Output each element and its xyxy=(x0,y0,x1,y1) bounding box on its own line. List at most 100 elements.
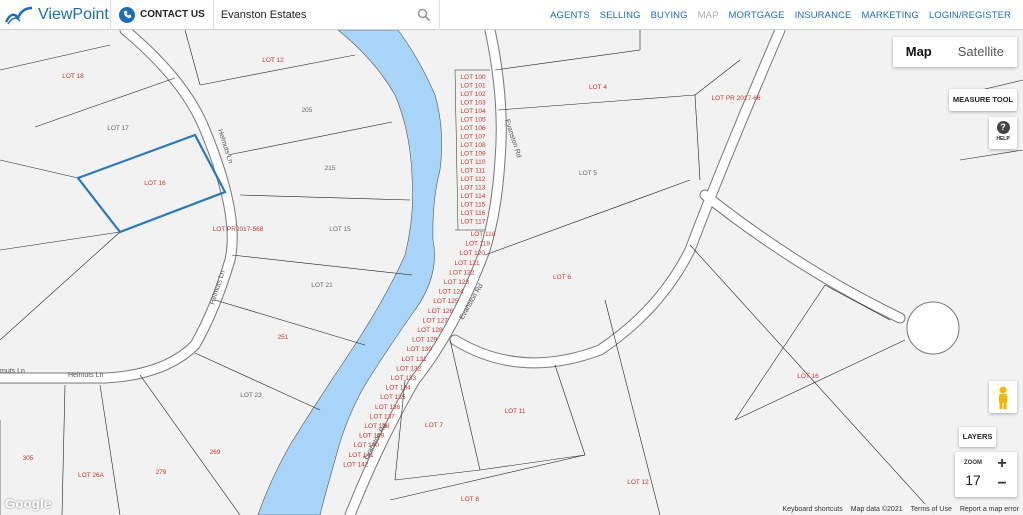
small-lot-label[interactable]: LOT 105 xyxy=(460,117,486,124)
parcel-map: LOT 18 LOT 12 205 LOT 17 LOT 16 215 LOT PR2017… xyxy=(0,30,1023,515)
parcel-label-lot11[interactable]: LOT 11 xyxy=(504,408,525,415)
nav-link-map[interactable]: MAP xyxy=(698,10,719,21)
parcel-label-lot23[interactable]: LOT 23 xyxy=(240,392,262,399)
search-icon[interactable] xyxy=(417,8,431,22)
parcel-label-n305[interactable]: 305 xyxy=(23,455,34,462)
parcel-label-lot21[interactable]: LOT 21 xyxy=(311,282,333,289)
small-lot-label[interactable]: LOT 132 xyxy=(396,365,422,372)
search-input[interactable] xyxy=(213,0,414,29)
small-lot-label[interactable]: LOT 108 xyxy=(460,142,486,149)
layers-button[interactable]: LAYERS xyxy=(959,427,996,447)
terms-link[interactable]: Terms of Use xyxy=(911,506,952,513)
small-lot-label[interactable]: LOT 115 xyxy=(461,202,486,209)
parcel-label-lot18[interactable]: LOT 18 xyxy=(62,73,84,80)
small-lot-label[interactable]: LOT 116 xyxy=(461,210,486,217)
small-lot-label[interactable]: LOT 130 xyxy=(407,346,433,353)
zoom-control: ZOOM 17 + − xyxy=(955,452,1017,497)
report-error-link[interactable]: Report a map error xyxy=(960,506,1019,513)
cul-de-sac xyxy=(906,301,960,355)
parcel-label-lot16b[interactable]: LOT 16 xyxy=(797,373,819,380)
parcel-label-lot17[interactable]: LOT 17 xyxy=(107,125,129,132)
nav-link-agents[interactable]: AGENTS xyxy=(550,10,590,21)
parcel-label-n215[interactable]: 215 xyxy=(325,165,336,172)
small-lot-label[interactable]: LOT 126 xyxy=(428,308,454,315)
small-lot-label[interactable]: LOT 127 xyxy=(423,317,449,324)
parcel-label-lotpr66[interactable]: LOT PR 2017-66 xyxy=(711,95,760,102)
zoom-out-button[interactable]: − xyxy=(993,475,1011,493)
street-view-pegman[interactable] xyxy=(989,381,1017,413)
map-data-label: Map data ©2021 xyxy=(850,506,903,513)
parcel-label-n269[interactable]: 269 xyxy=(210,449,221,456)
zoom-in-button[interactable]: + xyxy=(993,455,1011,473)
parcel-label-lot8[interactable]: LOT 8 xyxy=(461,496,479,503)
small-lot-label[interactable]: LOT 109 xyxy=(460,151,486,158)
small-lot-label[interactable]: LOT 103 xyxy=(460,100,486,107)
small-lot-label[interactable]: LOT 106 xyxy=(460,125,486,132)
help-button[interactable]: ? HELP xyxy=(989,117,1017,149)
parcel-label-lot12b[interactable]: LOT 12 xyxy=(627,479,649,486)
small-lot-label[interactable]: LOT 121 xyxy=(455,260,481,267)
small-lot-label[interactable]: LOT 135 xyxy=(380,394,406,401)
map-canvas[interactable]: LOT 18 LOT 12 205 LOT 17 LOT 16 215 LOT PR2017… xyxy=(0,30,1023,515)
parcel-label-lot6[interactable]: LOT 6 xyxy=(553,274,571,281)
small-lot-label[interactable]: LOT 107 xyxy=(460,134,486,141)
small-lot-label[interactable]: LOT 123 xyxy=(444,279,470,286)
small-lot-label[interactable]: LOT 122 xyxy=(449,269,475,276)
small-lot-label[interactable]: LOT 112 xyxy=(461,176,486,183)
small-lot-label[interactable]: LOT 133 xyxy=(391,375,417,382)
small-lot-label[interactable]: LOT 129 xyxy=(412,337,438,344)
small-lot-label[interactable]: LOT 101 xyxy=(460,83,486,90)
parcel-label-lot12a[interactable]: LOT 12 xyxy=(262,57,284,64)
parcel-label-lot26a[interactable]: LOT 26A xyxy=(78,472,105,479)
small-lot-label[interactable]: LOT 137 xyxy=(370,413,396,420)
parcel-label-lotpr568[interactable]: LOT PR2017-568 xyxy=(213,226,264,233)
small-lot-label[interactable]: LOT 100 xyxy=(460,74,486,81)
measure-tool-button[interactable]: MEASURE TOOL xyxy=(949,89,1017,111)
contact-us-label: CONTACT US xyxy=(140,9,205,20)
map-type-control: Map Satellite xyxy=(892,37,1017,67)
parcel-label-n251[interactable]: 251 xyxy=(278,334,289,341)
small-lot-label[interactable]: LOT 118 xyxy=(471,231,496,238)
small-lot-label[interactable]: LOT 136 xyxy=(375,404,401,411)
parcel-label-lot4[interactable]: LOT 4 xyxy=(589,84,607,91)
parcel-label-lot15[interactable]: LOT 15 xyxy=(329,226,351,233)
nav-link-login-register[interactable]: LOGIN/REGISTER xyxy=(929,10,1011,21)
phone-icon xyxy=(119,6,135,23)
google-logo[interactable]: Google xyxy=(5,496,52,511)
small-lot-label[interactable]: LOT 104 xyxy=(460,108,486,115)
map-type-map-button[interactable]: Map xyxy=(893,37,945,67)
small-lot-label[interactable]: LOT 131 xyxy=(402,356,428,363)
small-lot-label[interactable]: LOT 113 xyxy=(461,185,486,192)
small-lot-label[interactable]: LOT 125 xyxy=(433,298,459,305)
keyboard-shortcuts-link[interactable]: Keyboard shortcuts xyxy=(782,506,842,513)
main-nav: AGENTS SELLING BUYING MAP MORTGAGE INSURANCE M… xyxy=(540,0,1011,30)
parcel-label-lot16[interactable]: LOT 16 xyxy=(144,180,166,187)
small-lot-label[interactable]: LOT 128 xyxy=(417,327,443,334)
viewpoint-logo[interactable]: ViewPoint xyxy=(0,0,110,30)
small-lot-label[interactable]: LOT 119 xyxy=(465,241,490,248)
nav-link-mortgage[interactable]: MORTGAGE xyxy=(729,10,785,21)
small-lot-label[interactable]: LOT 102 xyxy=(460,91,486,98)
map-attribution: Keyboard shortcuts Map data ©2021 Terms … xyxy=(778,504,1023,515)
small-lot-label[interactable]: LOT 142 xyxy=(343,461,369,468)
parcel-label-lot5[interactable]: LOT 5 xyxy=(579,170,597,177)
small-lot-label[interactable]: LOT 134 xyxy=(386,385,412,392)
search-box xyxy=(213,0,440,30)
nav-link-insurance[interactable]: INSURANCE xyxy=(795,10,852,21)
small-lot-label[interactable]: LOT 111 xyxy=(461,168,486,175)
parcel-label-n205[interactable]: 205 xyxy=(302,107,313,114)
small-lot-label[interactable]: LOT 117 xyxy=(461,219,486,226)
small-lot-label[interactable]: LOT 110 xyxy=(461,159,486,166)
contact-us-button[interactable]: CONTACT US xyxy=(110,0,214,30)
small-lot-label[interactable]: LOT 124 xyxy=(439,289,465,296)
map-type-satellite-button[interactable]: Satellite xyxy=(945,37,1017,67)
nav-link-buying[interactable]: BUYING xyxy=(651,10,688,21)
nav-link-selling[interactable]: SELLING xyxy=(600,10,641,21)
parcel-label-lot7[interactable]: LOT 7 xyxy=(425,422,443,429)
small-lot-label[interactable]: LOT 120 xyxy=(460,250,486,257)
top-header: ViewPoint CONTACT US AGENTS SELLING BUYING… xyxy=(0,0,1023,30)
parcel-label-n279[interactable]: 279 xyxy=(156,469,167,476)
small-lot-label[interactable]: LOT 114 xyxy=(461,193,486,200)
viewpoint-logo-icon xyxy=(4,6,33,24)
nav-link-marketing[interactable]: MARKETING xyxy=(861,10,918,21)
